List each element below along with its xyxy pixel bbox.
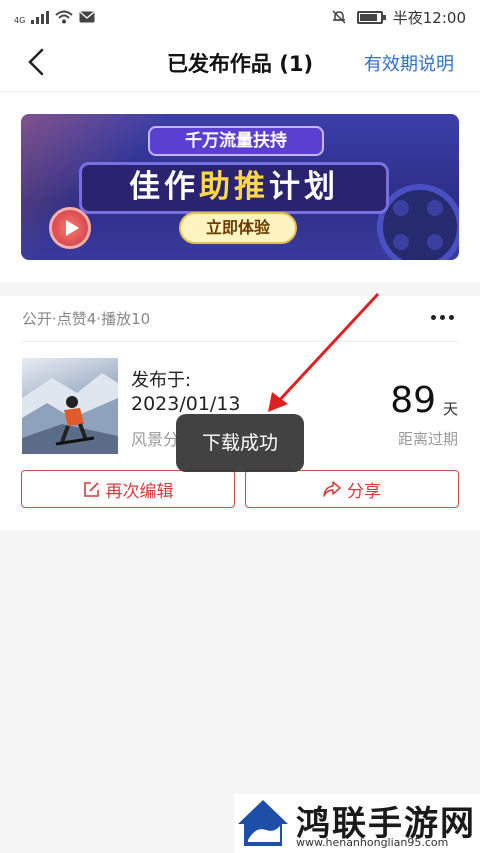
- expiry-info-link[interactable]: 有效期说明: [364, 50, 454, 76]
- mail-icon: [79, 11, 95, 23]
- more-dot: [448, 314, 454, 320]
- divider: [22, 341, 458, 342]
- network-type: 4G: [14, 15, 26, 25]
- work-stats: 公开·点赞4·播放10: [22, 310, 151, 328]
- days-unit: 天: [442, 400, 458, 418]
- signal-icon: [31, 10, 50, 24]
- publish-label: 发布于:: [131, 370, 192, 391]
- work-card: 公开·点赞4·播放10 发布于: 2023/01/13 风景分 89 天 距离过…: [0, 296, 480, 530]
- banner-tagline: 千万流量扶持: [148, 126, 324, 156]
- edit-icon: [83, 481, 99, 497]
- publish-date: 2023/01/13: [131, 393, 241, 415]
- banner-section: 千万流量扶持 佳作助推计划 立即体验: [0, 92, 480, 282]
- days-remaining: 89: [390, 380, 436, 421]
- more-dot: [439, 314, 445, 320]
- banner-headline-suffix: 计划: [269, 169, 339, 205]
- status-left: 4G: [14, 10, 95, 25]
- share-button[interactable]: 分享: [245, 470, 459, 508]
- work-category: 风景分: [131, 430, 180, 449]
- more-dot: [430, 314, 436, 320]
- share-icon: [323, 481, 341, 497]
- banner-headline-highlight: 助推: [199, 169, 269, 205]
- film-reel-icon: [377, 184, 459, 260]
- status-time: 半夜12:00: [392, 8, 466, 27]
- watermark-logo: [238, 800, 288, 846]
- watermark-url: www.henanhonglian95.com: [296, 836, 449, 849]
- more-options-button[interactable]: [428, 308, 456, 326]
- work-thumbnail[interactable]: [22, 358, 118, 454]
- banner-headline-prefix: 佳作: [129, 169, 199, 205]
- skier-image: [22, 373, 118, 454]
- download-success-toast: 下载成功: [176, 414, 304, 472]
- share-label: 分享: [347, 481, 381, 502]
- edit-again-label: 再次编辑: [105, 481, 174, 502]
- expire-label: 距离过期: [397, 430, 458, 448]
- promo-banner[interactable]: 千万流量扶持 佳作助推计划 立即体验: [21, 114, 459, 260]
- banner-headline: 佳作助推计划: [79, 162, 389, 214]
- banner-try-button[interactable]: 立即体验: [179, 212, 297, 244]
- edit-again-button[interactable]: 再次编辑: [21, 470, 235, 508]
- watermark: 鸿联手游网 www.henanhonglian95.com: [234, 794, 480, 853]
- status-right: 半夜12:00: [331, 7, 466, 28]
- battery-fill: [359, 13, 377, 21]
- mute-bell-icon: [332, 10, 346, 24]
- status-bar: 4G 半夜12:00: [0, 0, 480, 34]
- header: 已发布作品 (1) 有效期说明: [0, 34, 480, 92]
- battery-icon: [356, 10, 386, 24]
- wifi-icon: [55, 10, 73, 24]
